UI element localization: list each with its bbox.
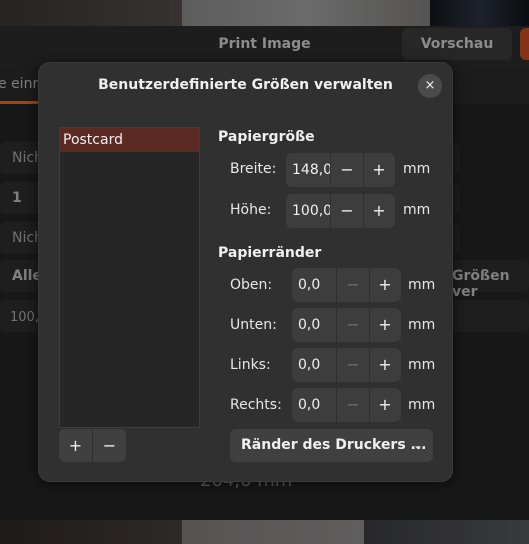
height-decrement-button[interactable]: − [331,194,363,228]
size-list[interactable]: Postcard [59,127,200,428]
list-item[interactable]: Postcard [60,128,199,152]
margin-right-spinner: 0,0 − + [292,388,401,422]
width-label: Breite: [230,161,277,177]
margin-bottom-spinner: 0,0 − + [292,308,401,342]
height-label: Höhe: [230,202,272,218]
height-unit: mm [403,202,431,218]
margin-right-unit: mm [408,397,436,413]
margin-left-decrement-button[interactable]: − [337,348,369,382]
margin-bottom-unit: mm [408,317,436,333]
chevron-down-icon: ⌄ [412,438,423,452]
width-increment-button[interactable]: + [363,153,395,187]
margin-bottom-input[interactable]: 0,0 [298,308,320,342]
margin-top-spinner: 0,0 − + [292,268,401,302]
margin-top-increment-button[interactable]: + [369,268,401,302]
margins-heading: Papierränder [218,245,322,261]
margin-right-label: Rechts: [230,397,282,413]
width-decrement-button[interactable]: − [331,153,363,187]
height-input[interactable]: 100,0 [292,194,332,228]
custom-sizes-dialog: Benutzerdefinierte Größen verwalten × Po… [38,62,453,482]
margin-top-label: Oben: [230,277,273,293]
margin-right-decrement-button[interactable]: − [337,388,369,422]
margin-left-spinner: 0,0 − + [292,348,401,382]
margin-bottom-increment-button[interactable]: + [369,308,401,342]
close-icon[interactable]: × [418,74,442,98]
margin-left-unit: mm [408,357,436,373]
margin-top-decrement-button[interactable]: − [337,268,369,302]
dialog-title: Benutzerdefinierte Größen verwalten [98,77,393,93]
margin-left-label: Links: [230,357,271,373]
printer-margins-dropdown[interactable]: Ränder des Druckers ... ⌄ [230,429,433,462]
margin-right-increment-button[interactable]: + [369,388,401,422]
margin-top-unit: mm [408,277,436,293]
margin-left-increment-button[interactable]: + [369,348,401,382]
height-increment-button[interactable]: + [363,194,395,228]
width-input[interactable]: 148,0 [292,153,332,187]
margin-top-input[interactable]: 0,0 [298,268,320,302]
margin-left-input[interactable]: 0,0 [298,348,320,382]
margin-bottom-label: Unten: [230,317,277,333]
remove-size-button[interactable]: − [93,429,126,462]
list-buttons: + − [59,429,126,462]
margin-bottom-decrement-button[interactable]: − [337,308,369,342]
margin-right-input[interactable]: 0,0 [298,388,320,422]
add-size-button[interactable]: + [59,429,92,462]
width-spinner: 148,0 − + [286,153,395,187]
height-spinner: 100,0 − + [286,194,395,228]
paper-size-heading: Papiergröße [218,129,315,145]
printer-margins-label: Ränder des Druckers ... [241,437,427,453]
width-unit: mm [403,161,431,177]
